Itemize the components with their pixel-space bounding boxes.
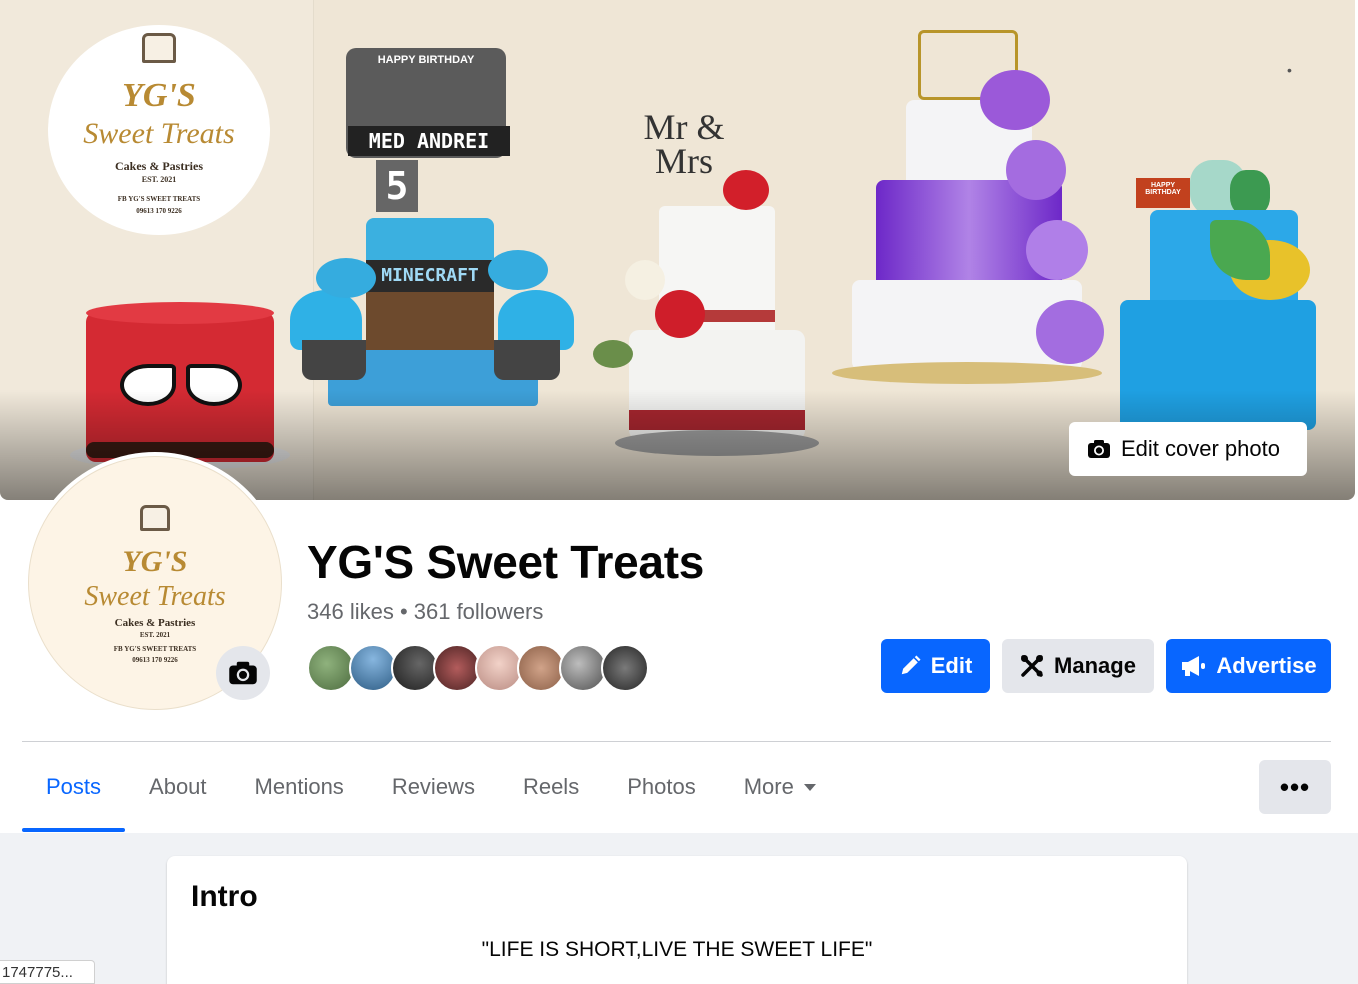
megaphone-icon: [1182, 656, 1206, 676]
tab-more[interactable]: More: [720, 742, 840, 832]
page-header-section: YG'S Sweet Treats Cakes & Pastries EST. …: [0, 0, 1358, 833]
caret-down-icon: [803, 783, 816, 791]
tab-photos[interactable]: Photos: [603, 742, 720, 832]
follower-avatar[interactable]: [475, 644, 523, 692]
more-options-button[interactable]: •••: [1259, 760, 1331, 814]
page-title: YG'S Sweet Treats: [307, 536, 705, 588]
cover-dot-icon: •: [1287, 62, 1293, 78]
follower-avatar[interactable]: [349, 644, 397, 692]
tab-label: More: [743, 774, 794, 799]
tab-reviews[interactable]: Reviews: [368, 742, 499, 832]
tab-label: Photos: [627, 774, 696, 799]
intro-card: Intro "LIFE IS SHORT,LIVE THE SWEET LIFE…: [167, 856, 1187, 984]
follower-avatar[interactable]: [433, 644, 481, 692]
profile-tabs: Posts About Mentions Reviews Reels Photo…: [22, 742, 840, 832]
edit-page-label: Edit: [930, 653, 973, 678]
follower-avatars[interactable]: [307, 644, 667, 694]
follower-avatar[interactable]: [517, 644, 565, 692]
browser-status-url: 1747775...: [0, 960, 95, 984]
follower-avatar[interactable]: [307, 644, 355, 692]
camera-icon: [229, 661, 257, 685]
avatar-logo-ygs: YG'S: [122, 545, 188, 578]
follower-avatar[interactable]: [601, 644, 649, 692]
manage-label: Manage: [1054, 653, 1136, 678]
tab-reels[interactable]: Reels: [499, 742, 603, 832]
avatar-logo-est: EST. 2021: [139, 631, 171, 639]
minecraft-cake-image: HAPPY BIRTHDAY MED ANDREI 5 MINECRAFT: [288, 40, 578, 410]
tab-label: Reels: [522, 774, 580, 799]
logo-script-text: Sweet Treats: [83, 117, 235, 150]
advertise-label: Advertise: [1216, 653, 1317, 678]
edit-cover-photo-button[interactable]: Edit cover photo: [1069, 422, 1307, 476]
avatar-chef-hat-icon: [140, 505, 170, 531]
tab-label: Posts: [46, 774, 102, 799]
intro-bio: "LIFE IS SHORT,LIVE THE SWEET LIFE": [481, 938, 873, 961]
pencil-icon: [901, 655, 921, 675]
intro-title: Intro: [191, 880, 258, 913]
logo-ygs-text: YG'S: [122, 77, 196, 114]
cover-logo: YG'S Sweet Treats Cakes & Pastries EST. …: [48, 25, 270, 235]
ellipsis-icon: •••: [1279, 771, 1311, 802]
logo-est: EST. 2021: [141, 175, 177, 184]
avatar-logo-tagline: Cakes & Pastries: [114, 617, 196, 629]
cover-photo[interactable]: YG'S Sweet Treats Cakes & Pastries EST. …: [0, 0, 1355, 500]
logo-tagline: Cakes & Pastries: [115, 159, 203, 173]
manage-button[interactable]: Manage: [1002, 639, 1154, 693]
avatar-logo-script: Sweet Treats: [84, 581, 226, 612]
likes-followers-count[interactable]: 346 likes • 361 followers: [307, 599, 543, 625]
advertise-button[interactable]: Advertise: [1166, 639, 1331, 693]
logo-phone: 09613 170 9226: [136, 207, 182, 215]
edit-page-button[interactable]: Edit: [881, 639, 990, 693]
follower-avatar[interactable]: [559, 644, 607, 692]
camera-icon: [1087, 439, 1111, 459]
logo-fb: FB YG'S SWEET TREATS: [117, 195, 201, 203]
tools-icon: [1021, 655, 1044, 677]
tab-label: Mentions: [254, 774, 344, 799]
follower-avatar[interactable]: [391, 644, 439, 692]
tab-about[interactable]: About: [125, 742, 231, 832]
tab-posts[interactable]: Posts: [22, 742, 126, 832]
update-profile-picture-button[interactable]: [216, 646, 270, 700]
tab-mentions[interactable]: Mentions: [231, 742, 368, 832]
purple-tier-cake-image: [830, 30, 1110, 390]
tab-label: Reviews: [391, 774, 475, 799]
chef-hat-icon: [142, 33, 176, 63]
tab-label: About: [149, 774, 207, 799]
edit-cover-photo-label: Edit cover photo: [1121, 436, 1280, 461]
